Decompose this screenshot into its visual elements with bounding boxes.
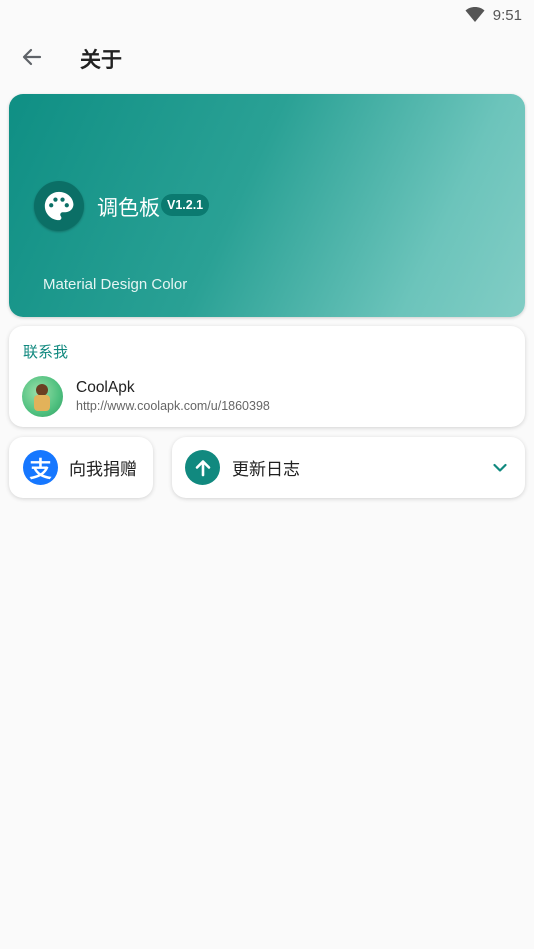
changelog-button[interactable]: 更新日志 <box>172 437 525 498</box>
donate-button[interactable]: 支 向我捐赠 <box>9 437 153 498</box>
app-name: 调色板 <box>97 196 160 220</box>
contact-card: 联系我 CoolApk http://www.coolapk.com/u/186… <box>9 326 525 427</box>
chevron-down-icon[interactable] <box>493 463 507 473</box>
contact-url: http://www.coolapk.com/u/1860398 <box>76 399 270 413</box>
avatar <box>22 375 63 417</box>
status-time: 9:51 <box>492 6 522 24</box>
changelog-label: 更新日志 <box>232 460 300 480</box>
version-badge: V1.2.1 <box>161 194 210 216</box>
palette-icon <box>34 181 84 231</box>
back-button[interactable] <box>4 30 60 88</box>
contact-header: 联系我 <box>23 343 69 361</box>
contact-name: CoolApk <box>76 379 135 396</box>
app-bar: 关于 <box>0 30 534 88</box>
status-bar: 9:51 <box>0 0 534 30</box>
wifi-icon <box>465 7 485 23</box>
arrow-back-icon <box>22 47 42 71</box>
donate-label: 向我捐赠 <box>69 460 137 480</box>
alipay-icon: 支 <box>23 450 58 485</box>
page-title: 关于 <box>80 48 122 72</box>
contact-item-coolapk[interactable]: CoolApk http://www.coolapk.com/u/1860398 <box>22 374 512 418</box>
app-info-card: 调色板 V1.2.1 Material Design Color <box>9 94 525 317</box>
arrow-up-icon <box>185 450 220 485</box>
app-subtitle: Material Design Color <box>43 276 188 293</box>
